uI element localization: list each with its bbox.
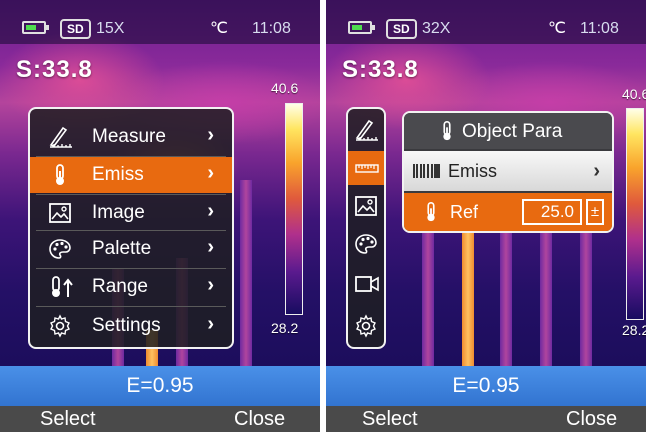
scale-min-label: 28.2	[271, 320, 299, 336]
status-bar: SD 32X ℃ 11:08	[326, 0, 646, 44]
sd-card-badge: SD	[60, 19, 91, 39]
image-icon	[48, 201, 72, 225]
thermal-post	[422, 230, 434, 366]
close-softkey[interactable]: Close	[566, 408, 617, 431]
sidebar-settings[interactable]	[348, 309, 384, 343]
emissivity-readout: E=0.95	[326, 366, 646, 406]
right-screen: SD 32X ℃ 11:08 S:33.8 40.6 28.2 Object P…	[326, 0, 646, 432]
thermal-post	[500, 230, 512, 366]
select-softkey[interactable]: Select	[362, 408, 418, 431]
menu-item-measure[interactable]: Measure ›	[30, 119, 232, 155]
zoom-level: 15X	[96, 20, 125, 37]
spot-temperature: S:33.8	[342, 56, 419, 83]
ref-row[interactable]: Ref 25.0 ±	[404, 193, 612, 231]
measure-icon	[48, 125, 72, 149]
chevron-right-icon: ›	[207, 274, 214, 296]
sidebar-measure[interactable]	[348, 113, 384, 147]
sidebar-object-para[interactable]	[348, 151, 384, 185]
softkey-bar: Select Close	[0, 406, 320, 432]
close-softkey[interactable]: Close	[234, 408, 285, 431]
thermal-post	[540, 232, 552, 366]
chevron-right-icon: ›	[593, 160, 600, 182]
panel-header: Object Para	[404, 113, 612, 149]
menu-item-label: Range	[92, 276, 148, 297]
chevron-right-icon: ›	[207, 162, 214, 184]
thermal-post	[580, 232, 592, 366]
select-softkey[interactable]: Select	[40, 408, 96, 431]
palette-icon	[48, 237, 72, 261]
image-icon	[355, 196, 377, 216]
ruler-icon	[355, 164, 379, 173]
ref-value-field[interactable]: 25.0	[522, 199, 582, 225]
menu-item-label: Image	[92, 202, 145, 223]
status-bar: SD 15X ℃ 11:08	[0, 0, 320, 44]
color-scale-bar	[626, 108, 644, 320]
gear-icon	[356, 314, 376, 338]
menu-item-label: Settings	[92, 315, 161, 336]
menu-sidebar	[346, 107, 386, 349]
temperature-unit: ℃	[548, 20, 566, 37]
video-icon	[355, 276, 379, 292]
range-icon	[48, 275, 73, 299]
chevron-right-icon: ›	[207, 313, 214, 335]
sidebar-video[interactable]	[348, 267, 384, 301]
emissivity-readout: E=0.95	[0, 366, 320, 406]
softkey-bar: Select Close	[326, 406, 646, 432]
menu-item-label: Emiss	[92, 164, 144, 185]
gear-icon	[48, 314, 72, 338]
scale-max-label: 40.6	[271, 80, 299, 96]
emiss-label: Emiss	[448, 161, 497, 181]
battery-icon	[348, 21, 375, 34]
chevron-right-icon: ›	[207, 124, 214, 146]
chevron-right-icon: ›	[207, 200, 214, 222]
palette-icon	[355, 234, 377, 254]
menu-item-settings[interactable]: Settings ›	[30, 308, 232, 344]
thermometer-icon	[420, 200, 442, 229]
scale-max-label: 40.6	[622, 86, 646, 102]
thermometer-icon	[436, 119, 458, 149]
clock: 11:08	[252, 20, 291, 37]
sd-card-badge: SD	[386, 19, 417, 39]
menu-item-emiss[interactable]: Emiss ›	[30, 157, 232, 193]
left-screen: SD 15X ℃ 11:08 S:33.8 40.6 28.2 Measure …	[0, 0, 320, 432]
ref-label: Ref	[450, 202, 479, 222]
menu-item-label: Measure	[92, 126, 166, 147]
sign-toggle-button[interactable]: ±	[586, 199, 604, 225]
emiss-row[interactable]: Emiss ›	[404, 151, 612, 191]
menu-item-range[interactable]: Range ›	[30, 269, 232, 305]
chevron-right-icon: ›	[207, 236, 214, 258]
thermal-post	[240, 180, 252, 366]
thermometer-icon	[48, 163, 72, 187]
divider	[36, 306, 226, 307]
zoom-level: 32X	[422, 20, 451, 37]
menu-item-label: Palette	[92, 238, 152, 259]
battery-icon	[22, 21, 49, 34]
barcode-icon	[412, 162, 442, 185]
scale-min-label: 28.2	[622, 322, 646, 338]
color-scale-bar	[285, 103, 303, 315]
main-menu: Measure › Emiss › Image › Palette › Rang…	[28, 107, 234, 349]
sidebar-palette[interactable]	[348, 227, 384, 261]
menu-item-image[interactable]: Image ›	[30, 195, 232, 231]
spot-temperature: S:33.8	[16, 56, 93, 83]
sidebar-image[interactable]	[348, 189, 384, 223]
object-para-panel: Object Para Emiss › Ref 25.0 ±	[402, 111, 614, 233]
measure-icon	[355, 119, 378, 141]
clock: 11:08	[580, 20, 619, 37]
menu-item-palette[interactable]: Palette ›	[30, 231, 232, 267]
panel-title: Object Para	[462, 121, 563, 142]
thermal-hotspot	[462, 232, 474, 366]
temperature-unit: ℃	[210, 20, 228, 37]
